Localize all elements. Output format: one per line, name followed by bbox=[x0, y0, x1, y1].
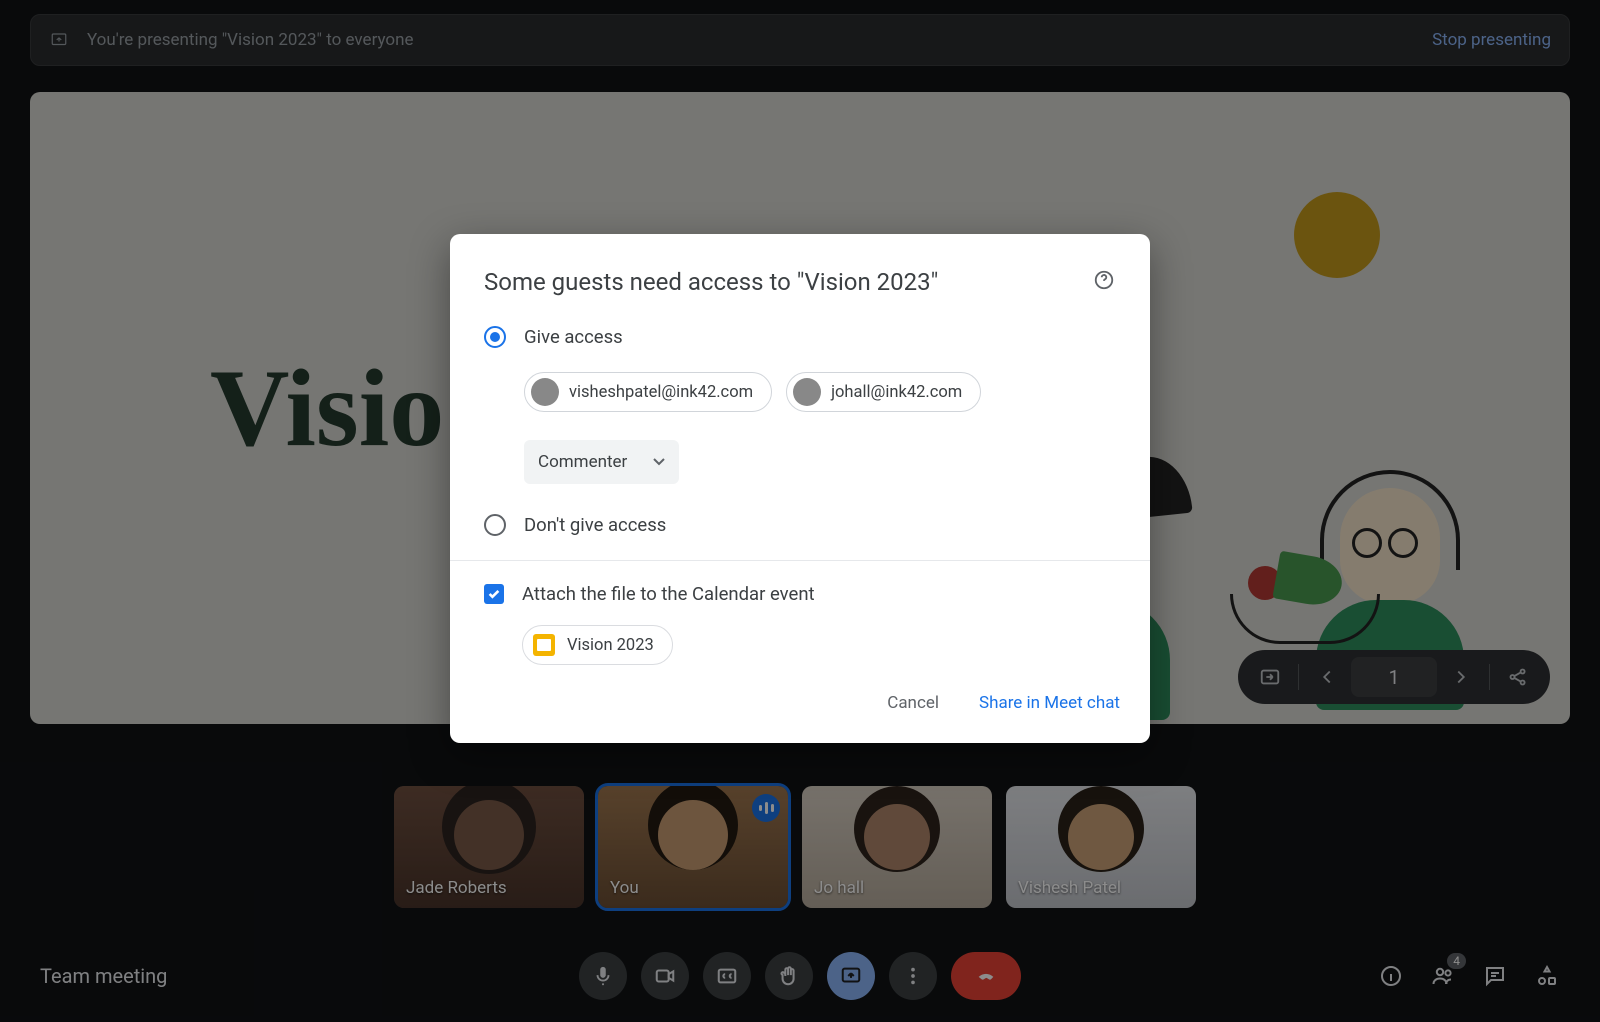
avatar bbox=[793, 378, 821, 406]
dialog-title: Some guests need access to "Vision 2023" bbox=[484, 268, 938, 296]
radio-unchecked-icon bbox=[484, 514, 506, 536]
chevron-down-icon bbox=[653, 458, 665, 466]
role-selected: Commenter bbox=[538, 452, 627, 472]
give-access-option[interactable]: Give access bbox=[484, 326, 1116, 348]
dont-give-access-option[interactable]: Don't give access bbox=[484, 514, 1116, 536]
role-dropdown[interactable]: Commenter bbox=[524, 440, 679, 484]
attach-label: Attach the file to the Calendar event bbox=[522, 583, 815, 605]
avatar bbox=[531, 378, 559, 406]
attached-file-name: Vision 2023 bbox=[567, 636, 654, 655]
dialog-footer: Cancel Share in Meet chat bbox=[450, 675, 1150, 743]
slides-icon bbox=[533, 634, 555, 656]
cancel-button[interactable]: Cancel bbox=[887, 693, 939, 713]
guest-chip[interactable]: johall@ink42.com bbox=[786, 372, 981, 412]
attached-file-chip[interactable]: Vision 2023 bbox=[522, 625, 673, 665]
guest-email: johall@ink42.com bbox=[831, 383, 962, 402]
give-access-label: Give access bbox=[524, 326, 623, 348]
share-in-chat-button[interactable]: Share in Meet chat bbox=[979, 693, 1120, 713]
dialog-separator bbox=[450, 560, 1150, 561]
guest-chips: visheshpatel@ink42.com johall@ink42.com bbox=[524, 372, 1116, 412]
guest-email: visheshpatel@ink42.com bbox=[569, 383, 753, 402]
guest-chip[interactable]: visheshpatel@ink42.com bbox=[524, 372, 772, 412]
dialog-title-row: Some guests need access to "Vision 2023" bbox=[484, 268, 1116, 296]
radio-checked-icon bbox=[484, 326, 506, 348]
dont-give-access-label: Don't give access bbox=[524, 514, 666, 536]
checkbox-checked-icon bbox=[484, 584, 504, 604]
help-icon[interactable] bbox=[1092, 268, 1116, 292]
share-access-dialog: Some guests need access to "Vision 2023"… bbox=[450, 234, 1150, 743]
attach-checkbox-row[interactable]: Attach the file to the Calendar event bbox=[484, 583, 1116, 605]
